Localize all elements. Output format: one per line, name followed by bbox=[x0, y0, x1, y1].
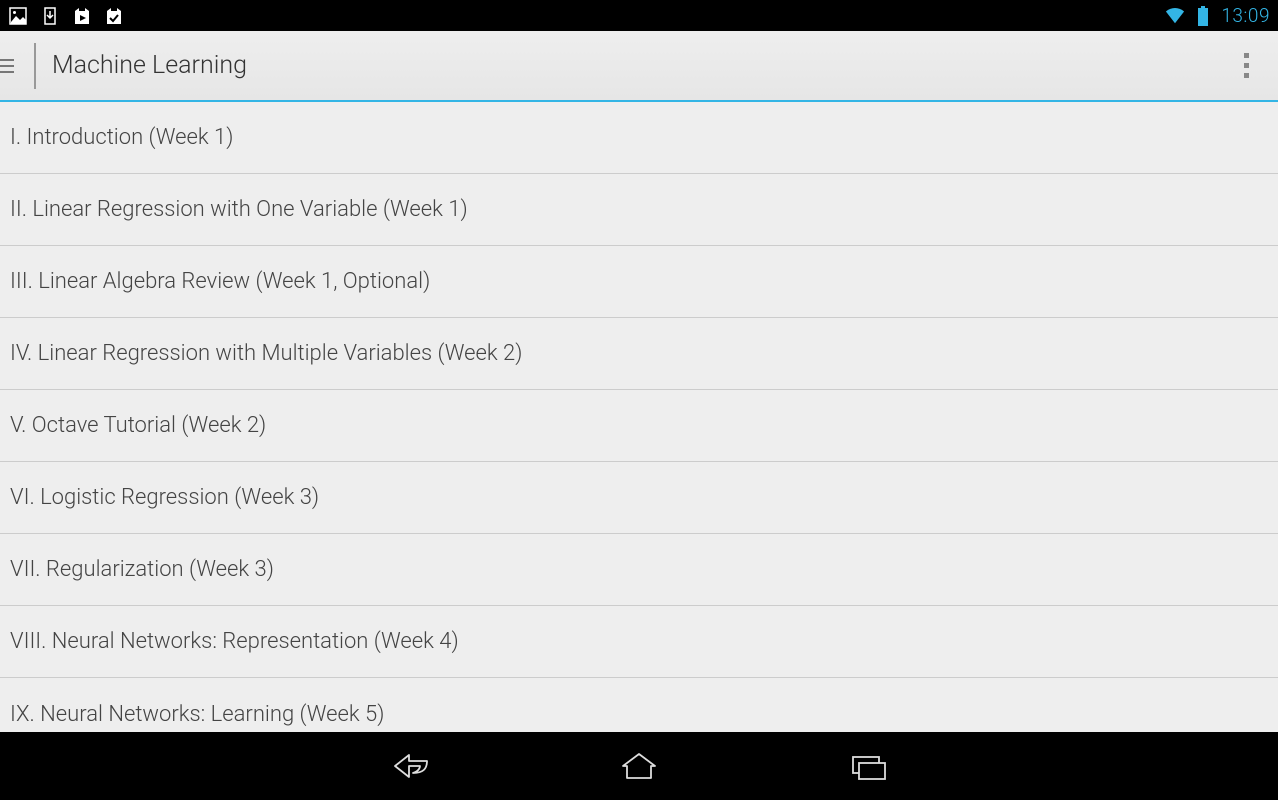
list-item[interactable]: I. Introduction (Week 1) bbox=[0, 102, 1278, 174]
list-item-label: I. Introduction (Week 1) bbox=[10, 125, 233, 150]
home-icon bbox=[617, 751, 661, 781]
back-button[interactable] bbox=[379, 746, 439, 786]
title-separator bbox=[34, 43, 36, 89]
list-item[interactable]: IV. Linear Regression with Multiple Vari… bbox=[0, 318, 1278, 390]
list-item[interactable]: VIII. Neural Networks: Representation (W… bbox=[0, 606, 1278, 678]
status-time: 13:09 bbox=[1221, 4, 1270, 27]
recents-button[interactable] bbox=[839, 746, 899, 786]
status-bar: 13:09 bbox=[0, 0, 1278, 31]
list-item[interactable]: IX. Neural Networks: Learning (Week 5) bbox=[0, 678, 1278, 732]
drawer-button[interactable] bbox=[0, 31, 30, 100]
list-item-label: VIII. Neural Networks: Representation (W… bbox=[10, 629, 459, 654]
play-store-icon bbox=[72, 6, 92, 26]
list-item-label: IX. Neural Networks: Learning (Week 5) bbox=[10, 702, 384, 727]
battery-icon bbox=[1193, 6, 1213, 26]
hamburger-icon bbox=[0, 59, 14, 73]
home-button[interactable] bbox=[609, 746, 669, 786]
app-bar: Machine Learning bbox=[0, 31, 1278, 102]
wifi-icon bbox=[1165, 6, 1185, 26]
page-title: Machine Learning bbox=[52, 51, 247, 80]
list-item[interactable]: II. Linear Regression with One Variable … bbox=[0, 174, 1278, 246]
overflow-menu-button[interactable] bbox=[1226, 46, 1266, 86]
list-item[interactable]: V. Octave Tutorial (Week 2) bbox=[0, 390, 1278, 462]
list-item[interactable]: III. Linear Algebra Review (Week 1, Opti… bbox=[0, 246, 1278, 318]
gallery-icon bbox=[8, 6, 28, 26]
download-icon bbox=[40, 6, 60, 26]
list-item[interactable]: VII. Regularization (Week 3) bbox=[0, 534, 1278, 606]
lesson-list[interactable]: I. Introduction (Week 1) II. Linear Regr… bbox=[0, 102, 1278, 732]
check-store-icon bbox=[104, 6, 124, 26]
list-item-label: V. Octave Tutorial (Week 2) bbox=[10, 413, 266, 438]
back-icon bbox=[387, 751, 431, 781]
list-item-label: III. Linear Algebra Review (Week 1, Opti… bbox=[10, 269, 430, 294]
list-item-label: VII. Regularization (Week 3) bbox=[10, 557, 274, 582]
list-item-label: VI. Logistic Regression (Week 3) bbox=[10, 485, 319, 510]
list-item-label: IV. Linear Regression with Multiple Vari… bbox=[10, 341, 522, 366]
navigation-bar bbox=[0, 732, 1278, 800]
list-item[interactable]: VI. Logistic Regression (Week 3) bbox=[0, 462, 1278, 534]
list-item-label: II. Linear Regression with One Variable … bbox=[10, 197, 468, 222]
overflow-icon bbox=[1244, 53, 1249, 78]
recents-icon bbox=[847, 751, 891, 781]
